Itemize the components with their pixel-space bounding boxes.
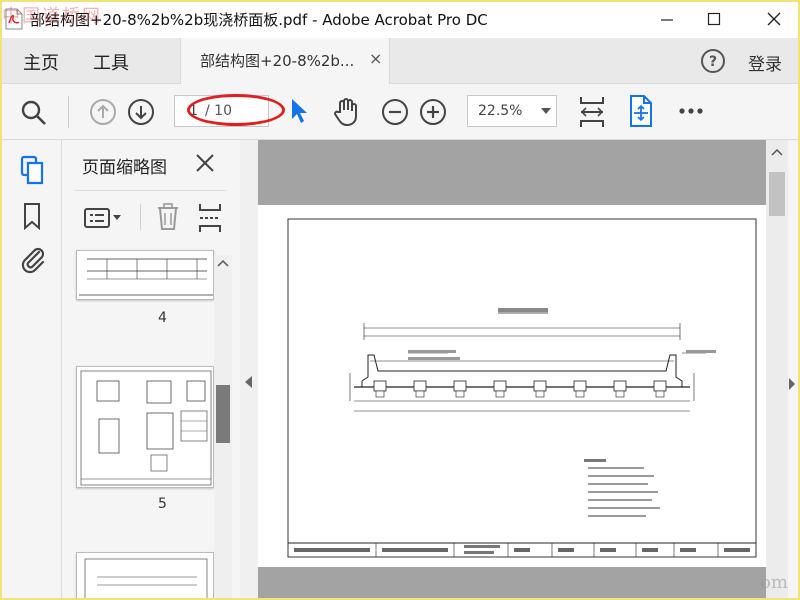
sign-in-link[interactable]: 登录 [748,50,782,75]
document-scrollbar[interactable] [766,140,788,600]
thumbnail-page-6[interactable] [76,552,214,600]
delete-page-icon[interactable] [156,203,180,231]
collapse-panel-icon[interactable] [245,376,253,388]
drawing-preview [84,558,208,600]
maximize-icon [707,12,721,26]
panel-splitter[interactable] [240,140,258,600]
thumbnail-options-icon[interactable] [84,206,124,230]
tab-tools[interactable]: 工具 [93,49,129,75]
thumbnail-label: 4 [158,310,167,326]
rotate-page-icon[interactable] [628,95,654,127]
chevron-up-icon [771,148,783,156]
previous-page-icon[interactable] [89,98,117,126]
select-cursor-icon[interactable] [289,97,309,125]
expand-right-panel-icon[interactable] [789,378,795,390]
toolbar-separator [68,96,69,128]
zoom-select[interactable]: 22.5% [467,95,557,127]
panel-title: 页面缩略图 [82,158,167,178]
annotation-circle [187,94,285,126]
site-watermark: 中国道桥网 [2,6,102,27]
tab-home[interactable]: 主页 [23,49,59,75]
close-icon [767,12,781,26]
fit-page-icon[interactable] [578,95,606,129]
drawing-preview [79,258,213,296]
panel-divider [75,190,227,191]
thumbnail-label: 5 [158,496,167,512]
next-page-icon[interactable] [127,98,155,126]
close-panel-icon[interactable] [194,152,216,174]
close-window-button[interactable] [752,0,796,38]
zoom-out-icon[interactable] [381,98,409,126]
engineering-drawing [287,218,757,558]
document-tab-label: 部结构图+20-8%2b... [200,52,355,70]
search-icon[interactable] [20,99,48,127]
maximize-button[interactable] [692,0,736,38]
thumbnail-page-4[interactable] [76,250,214,300]
bookmark-icon[interactable] [22,202,42,230]
tab-document[interactable]: 部结构图+20-8%2b... × [180,38,390,84]
scrollbar-handle[interactable] [216,385,230,443]
svg-text:?: ? [709,54,717,70]
zoom-value: 22.5% [478,103,523,119]
thumbnails-scrollbar[interactable] [214,255,232,600]
zoom-in-icon[interactable] [419,98,447,126]
thumbnail-page-5[interactable] [76,366,214,488]
minimize-button[interactable] [645,0,689,38]
more-options-icon[interactable] [678,106,704,116]
chevron-up-icon [217,259,229,267]
drawing-preview [80,370,212,486]
scrollbar-handle[interactable] [769,172,785,216]
toolbar-separator [140,204,141,230]
page-thumbnails-icon[interactable] [20,155,46,185]
close-tab-icon[interactable]: × [369,49,382,68]
attachment-icon[interactable] [19,244,47,274]
minimize-icon [661,19,673,21]
insert-page-icon[interactable] [198,203,222,233]
hand-tool-icon[interactable] [332,96,362,128]
chevron-down-icon [541,108,551,114]
watermark-fragment: om [760,572,788,593]
help-icon[interactable]: ? [700,48,726,74]
document-page[interactable] [258,205,766,567]
